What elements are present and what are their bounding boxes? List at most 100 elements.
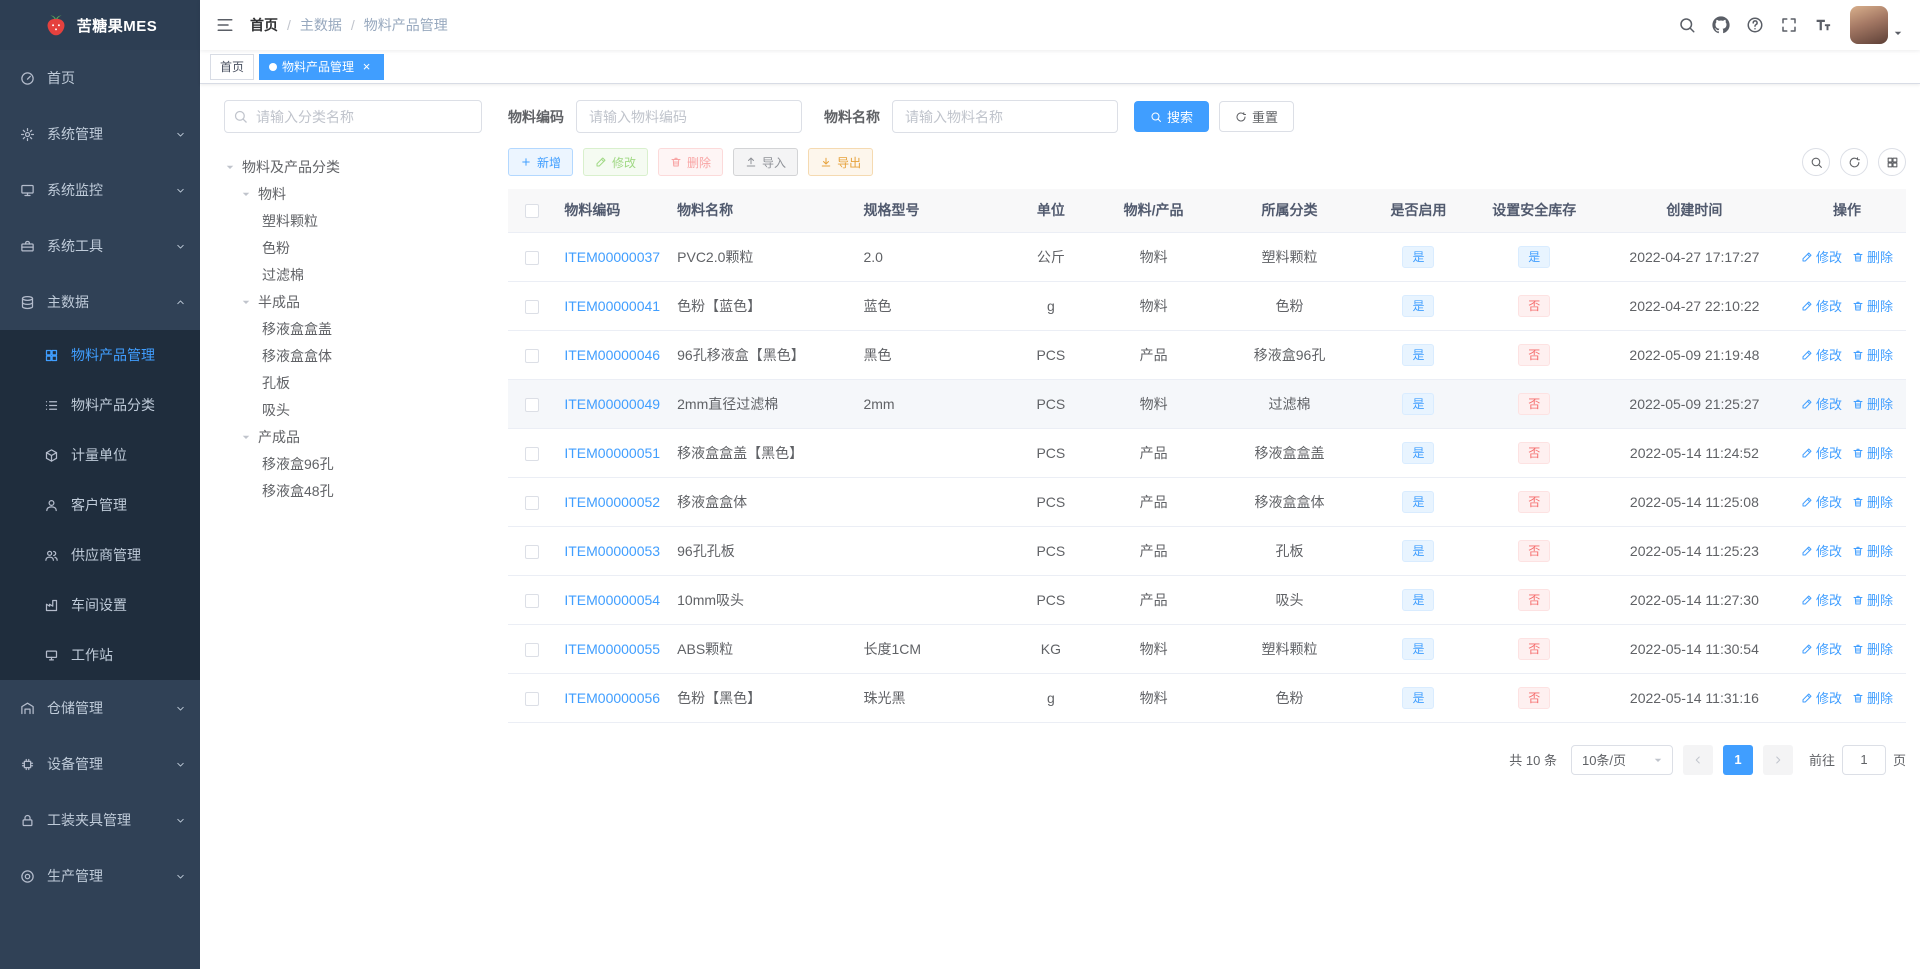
sidebar-item-fixture-management[interactable]: 工装夹具管理 bbox=[0, 792, 200, 848]
edit-link[interactable]: 修改 bbox=[1801, 688, 1842, 707]
tree-node[interactable]: 过滤棉 bbox=[224, 261, 482, 288]
tree-node[interactable]: 色粉 bbox=[224, 234, 482, 261]
caret-down-icon[interactable] bbox=[240, 431, 258, 443]
tree-node[interactable]: 移液盒盒体 bbox=[224, 342, 482, 369]
sidebar-item-home[interactable]: 首页 bbox=[0, 50, 200, 106]
tree-node[interactable]: 移液盒盒盖 bbox=[224, 315, 482, 342]
breadcrumb-item[interactable]: 首页 bbox=[250, 15, 278, 35]
edit-link[interactable]: 修改 bbox=[1801, 492, 1842, 511]
caret-down-icon[interactable] bbox=[240, 296, 258, 308]
delete-link[interactable]: 删除 bbox=[1852, 443, 1893, 462]
caret-down-icon[interactable] bbox=[224, 161, 242, 173]
delete-button[interactable]: 删除 bbox=[658, 148, 724, 176]
row-checkbox[interactable] bbox=[525, 495, 540, 510]
material-code-link[interactable]: ITEM00000052 bbox=[564, 494, 660, 510]
sidebar-item-workstation[interactable]: 工作站 bbox=[0, 630, 200, 680]
close-icon[interactable]: × bbox=[359, 59, 374, 74]
material-code-link[interactable]: ITEM00000053 bbox=[564, 543, 660, 559]
search-button[interactable] bbox=[1670, 0, 1704, 50]
refresh-button[interactable] bbox=[1840, 148, 1868, 176]
delete-link[interactable]: 删除 bbox=[1852, 688, 1893, 707]
material-code-input[interactable] bbox=[576, 100, 802, 133]
edit-button[interactable]: 修改 bbox=[583, 148, 649, 176]
tree-node[interactable]: 半成品 bbox=[224, 288, 482, 315]
delete-link[interactable]: 删除 bbox=[1852, 296, 1893, 315]
tab-home[interactable]: 首页 bbox=[210, 53, 255, 80]
sidebar-item-measurement-unit[interactable]: 计量单位 bbox=[0, 430, 200, 480]
material-code-link[interactable]: ITEM00000049 bbox=[564, 396, 660, 412]
row-checkbox[interactable] bbox=[525, 446, 540, 461]
edit-link[interactable]: 修改 bbox=[1801, 247, 1842, 266]
delete-link[interactable]: 删除 bbox=[1852, 247, 1893, 266]
page-number-button[interactable]: 1 bbox=[1722, 744, 1753, 775]
select-all-checkbox[interactable] bbox=[525, 204, 540, 219]
goto-page-input[interactable] bbox=[1841, 744, 1886, 775]
delete-link[interactable]: 删除 bbox=[1852, 492, 1893, 511]
edit-link[interactable]: 修改 bbox=[1801, 345, 1842, 364]
edit-link[interactable]: 修改 bbox=[1801, 296, 1842, 315]
delete-link[interactable]: 删除 bbox=[1852, 541, 1893, 560]
sidebar-item-equipment-management[interactable]: 设备管理 bbox=[0, 736, 200, 792]
delete-link[interactable]: 删除 bbox=[1852, 394, 1893, 413]
sidebar-item-customer-management[interactable]: 客户管理 bbox=[0, 480, 200, 530]
edit-link[interactable]: 修改 bbox=[1801, 639, 1842, 658]
row-checkbox[interactable] bbox=[525, 593, 540, 608]
tree-node[interactable]: 孔板 bbox=[224, 369, 482, 396]
tree-node[interactable]: 产成品 bbox=[224, 423, 482, 450]
material-code-link[interactable]: ITEM00000054 bbox=[564, 592, 660, 608]
sidebar-item-material-product-management[interactable]: 物料产品管理 bbox=[0, 330, 200, 380]
category-search-input[interactable] bbox=[224, 100, 482, 133]
edit-link[interactable]: 修改 bbox=[1801, 590, 1842, 609]
tree-node[interactable]: 物料及产品分类 bbox=[224, 153, 482, 180]
row-checkbox[interactable] bbox=[525, 642, 540, 657]
tree-node[interactable]: 物料 bbox=[224, 180, 482, 207]
add-button[interactable]: 新增 bbox=[508, 148, 574, 176]
sidebar-item-supplier-management[interactable]: 供应商管理 bbox=[0, 530, 200, 580]
delete-link[interactable]: 删除 bbox=[1852, 639, 1893, 658]
material-code-link[interactable]: ITEM00000051 bbox=[564, 445, 660, 461]
material-code-link[interactable]: ITEM00000041 bbox=[564, 298, 660, 314]
caret-down-icon[interactable] bbox=[240, 188, 258, 200]
material-code-link[interactable]: ITEM00000055 bbox=[564, 641, 660, 657]
user-menu[interactable] bbox=[1850, 6, 1904, 44]
tree-node[interactable]: 塑料颗粒 bbox=[224, 207, 482, 234]
sidebar-item-production-management[interactable]: 生产管理 bbox=[0, 848, 200, 904]
row-checkbox[interactable] bbox=[525, 544, 540, 559]
grid-button[interactable] bbox=[1878, 148, 1906, 176]
sidebar-item-workshop-settings[interactable]: 车间设置 bbox=[0, 580, 200, 630]
tab-material-product-management[interactable]: 物料产品管理 × bbox=[259, 53, 385, 80]
font-size-button[interactable] bbox=[1806, 0, 1840, 50]
question-button[interactable] bbox=[1738, 0, 1772, 50]
material-code-link[interactable]: ITEM00000046 bbox=[564, 347, 660, 363]
page-size-select[interactable]: 10条/页 bbox=[1570, 744, 1673, 775]
delete-link[interactable]: 删除 bbox=[1852, 590, 1893, 609]
sidebar-item-material-product-category[interactable]: 物料产品分类 bbox=[0, 380, 200, 430]
row-checkbox[interactable] bbox=[525, 250, 540, 265]
edit-link[interactable]: 修改 bbox=[1801, 541, 1842, 560]
material-name-input[interactable] bbox=[892, 100, 1118, 133]
sidebar-item-system-monitor[interactable]: 系统监控 bbox=[0, 162, 200, 218]
row-checkbox[interactable] bbox=[525, 299, 540, 314]
row-checkbox[interactable] bbox=[525, 397, 540, 412]
material-code-link[interactable]: ITEM00000056 bbox=[564, 690, 660, 706]
sidebar-item-master-data[interactable]: 主数据 bbox=[0, 274, 200, 330]
sidebar-item-warehouse-management[interactable]: 仓储管理 bbox=[0, 680, 200, 736]
sidebar-item-system-management[interactable]: 系统管理 bbox=[0, 106, 200, 162]
row-checkbox[interactable] bbox=[525, 691, 540, 706]
tree-node[interactable]: 移液盒48孔 bbox=[224, 477, 482, 504]
edit-link[interactable]: 修改 bbox=[1801, 443, 1842, 462]
reset-button[interactable]: 重置 bbox=[1219, 101, 1295, 132]
search-button[interactable]: 搜索 bbox=[1134, 101, 1210, 132]
row-checkbox[interactable] bbox=[525, 348, 540, 363]
export-button[interactable]: 导出 bbox=[808, 148, 874, 176]
delete-link[interactable]: 删除 bbox=[1852, 345, 1893, 364]
tree-node[interactable]: 吸头 bbox=[224, 396, 482, 423]
next-page-button[interactable] bbox=[1762, 744, 1793, 775]
fullscreen-button[interactable] bbox=[1772, 0, 1806, 50]
edit-link[interactable]: 修改 bbox=[1801, 394, 1842, 413]
material-code-link[interactable]: ITEM00000037 bbox=[564, 249, 660, 265]
sidebar-toggle-button[interactable] bbox=[200, 0, 250, 50]
import-button[interactable]: 导入 bbox=[733, 148, 799, 176]
github-button[interactable] bbox=[1704, 0, 1738, 50]
prev-page-button[interactable] bbox=[1682, 744, 1713, 775]
